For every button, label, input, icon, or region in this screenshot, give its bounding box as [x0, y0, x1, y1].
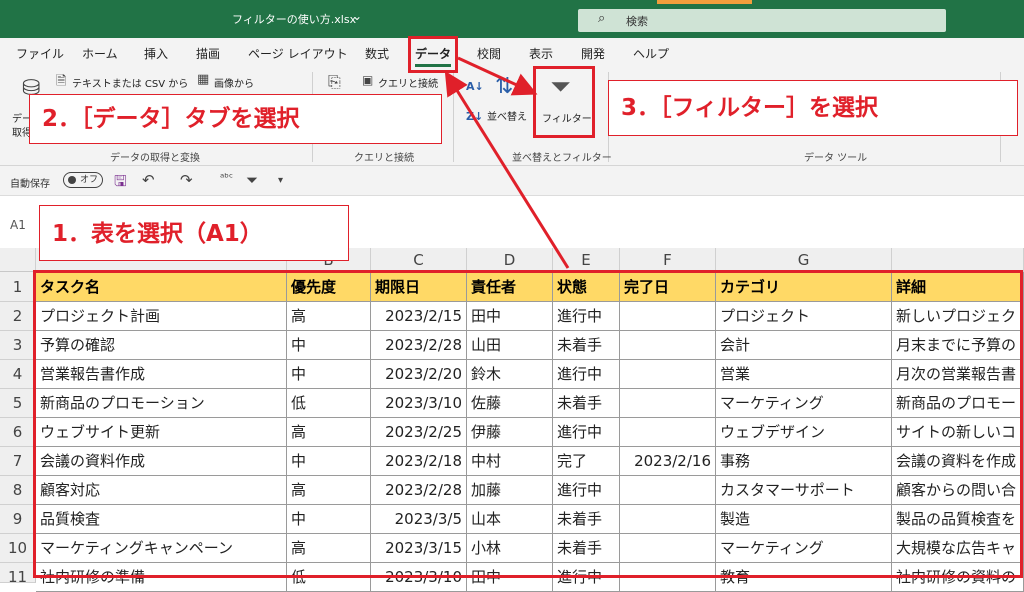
annotation-arrows	[444, 56, 570, 269]
arrow-to-data-tab	[444, 70, 570, 269]
arrow-to-filter	[457, 56, 538, 96]
